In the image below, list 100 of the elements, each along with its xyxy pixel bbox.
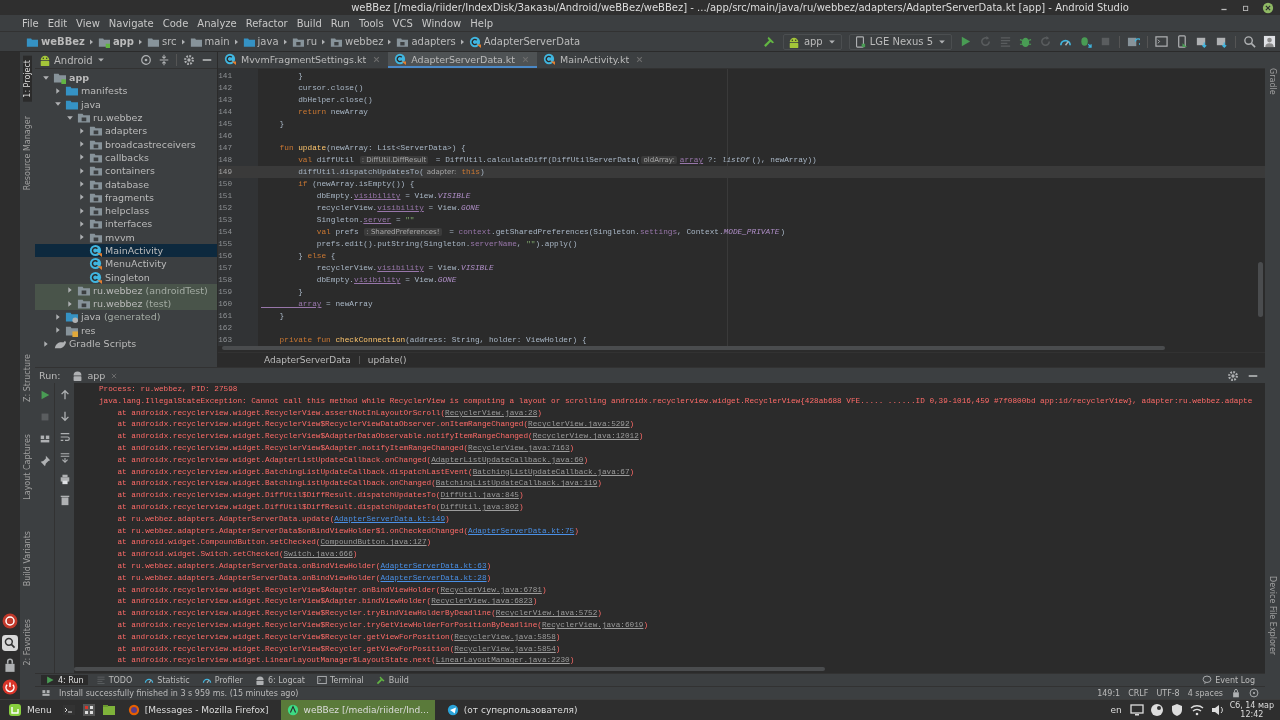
- tool-window-tab[interactable]: Build Variants: [23, 527, 32, 591]
- breadcrumb-item[interactable]: AdapterServerData: [264, 355, 351, 365]
- menu-item[interactable]: View: [76, 17, 100, 29]
- status-item[interactable]: 4 spaces: [1187, 688, 1223, 698]
- tree-item[interactable]: manifests: [35, 84, 217, 98]
- app-launcher-icon[interactable]: [2, 613, 18, 629]
- breadcrumb-item[interactable]: app: [97, 35, 134, 48]
- tree-item[interactable]: adapters: [35, 124, 217, 138]
- menu-item[interactable]: Analyze: [197, 17, 237, 29]
- collapse-icon[interactable]: [158, 54, 170, 66]
- collapsed-arrow-icon[interactable]: [78, 178, 86, 190]
- shield-icon[interactable]: [1169, 703, 1184, 717]
- download-icon[interactable]: [1215, 35, 1228, 48]
- breadcrumb-item[interactable]: adapters: [396, 35, 456, 48]
- tree-item[interactable]: helpclass: [35, 203, 217, 218]
- sdk-manager-icon[interactable]: [1195, 35, 1208, 48]
- tree-item[interactable]: ru.webbez: [35, 110, 217, 125]
- taskbar-window[interactable]: (от суперпользователя): [440, 700, 584, 720]
- keyboard-layout[interactable]: en: [1108, 705, 1124, 715]
- tool-window-tab[interactable]: 1: Project: [23, 56, 32, 102]
- breadcrumb-item[interactable]: ru: [291, 35, 317, 48]
- tool-window-tab[interactable]: TODO: [91, 675, 137, 685]
- tree-item[interactable]: broadcastreceivers: [35, 137, 217, 151]
- menu-item[interactable]: Run: [330, 17, 350, 29]
- editor-tab[interactable]: MvvmFragmentSettings.kt: [218, 52, 389, 68]
- breadcrumb-item[interactable]: src: [146, 35, 177, 48]
- close-button[interactable]: [1262, 1, 1274, 14]
- tree-item[interactable]: callbacks: [35, 150, 217, 165]
- menu-item[interactable]: VCS: [392, 17, 413, 29]
- avatar-icon[interactable]: [1263, 35, 1276, 48]
- tool-window-tab[interactable]: 4: Run: [41, 675, 88, 685]
- run-tab[interactable]: app: [68, 370, 124, 381]
- run-config-select[interactable]: app: [782, 33, 842, 50]
- tree-item[interactable]: res: [35, 323, 217, 337]
- tree-item[interactable]: app: [35, 71, 217, 85]
- pin-icon[interactable]: [38, 455, 51, 467]
- terminal-icon[interactable]: [1155, 35, 1168, 48]
- menu-item[interactable]: Tools: [358, 17, 384, 29]
- breadcrumb-item[interactable]: java: [242, 35, 279, 48]
- breadcrumb-item[interactable]: weBBez: [26, 35, 85, 48]
- editor-tab[interactable]: MainActivity.kt: [537, 52, 652, 68]
- tool-window-tab[interactable]: Z: Structure: [23, 349, 32, 406]
- calculator-icon[interactable]: [81, 703, 96, 717]
- view-select[interactable]: Android: [39, 54, 106, 66]
- settings-icon[interactable]: [183, 54, 195, 66]
- print-icon[interactable]: [58, 473, 71, 485]
- tree-item[interactable]: fragments: [35, 190, 217, 204]
- locate-icon[interactable]: [140, 54, 152, 66]
- scroll-to-end-icon[interactable]: [58, 452, 71, 464]
- search-icon[interactable]: [1243, 35, 1256, 48]
- down-arrow-icon[interactable]: [58, 410, 71, 422]
- search-icon[interactable]: [2, 635, 18, 651]
- trash-icon[interactable]: [58, 494, 71, 506]
- breadcrumb-item[interactable]: main: [189, 35, 230, 48]
- status-item[interactable]: 149:1: [1097, 688, 1121, 698]
- tree-item[interactable]: MainActivity: [35, 243, 217, 258]
- tool-window-tab[interactable]: Terminal: [312, 675, 368, 685]
- soft-wrap-icon[interactable]: [58, 431, 71, 443]
- up-arrow-icon[interactable]: [58, 389, 71, 401]
- tree-item[interactable]: MenuActivity: [35, 257, 217, 271]
- taskbar-window[interactable]: weBBez [/media/riider/Ind...: [280, 700, 435, 720]
- editor-tab[interactable]: AdapterServerData.kt: [388, 52, 538, 68]
- power-icon[interactable]: [2, 679, 18, 695]
- menu-item[interactable]: File: [22, 17, 39, 29]
- tool-window-tab[interactable]: 2: Favorites: [23, 614, 32, 669]
- tool-window-tab[interactable]: Device File Explorer: [1268, 571, 1277, 659]
- menu-item[interactable]: Navigate: [108, 17, 154, 29]
- network-icon[interactable]: [1189, 703, 1204, 717]
- restore-layout-icon[interactable]: [38, 433, 51, 445]
- taskbar-window[interactable]: [Messages - Mozilla Firefox]: [121, 700, 275, 720]
- hammer-icon[interactable]: [762, 35, 776, 48]
- menu-item[interactable]: Build: [296, 17, 322, 29]
- status-item[interactable]: UTF-8: [1156, 688, 1180, 698]
- settings-icon[interactable]: [1227, 369, 1239, 382]
- tree-item[interactable]: mvvm: [35, 230, 217, 244]
- menu-item[interactable]: Help: [470, 17, 494, 29]
- tree-item[interactable]: Gradle Scripts: [35, 336, 217, 351]
- tree-item[interactable]: database: [35, 177, 217, 191]
- speaker-icon[interactable]: [1209, 703, 1224, 717]
- tree-item[interactable]: ru.webbez (androidTest): [35, 283, 217, 298]
- layout-icon[interactable]: [41, 688, 51, 698]
- collapsed-arrow-icon[interactable]: [54, 311, 62, 323]
- tree-item[interactable]: interfaces: [35, 217, 217, 231]
- scrollbar[interactable]: [74, 667, 825, 672]
- tool-window-tab[interactable]: Resource Manager: [23, 111, 32, 194]
- tree-item[interactable]: containers: [35, 164, 217, 178]
- scrollbar[interactable]: [1258, 262, 1263, 317]
- device-select[interactable]: LGE Nexus 5: [848, 33, 952, 50]
- tree-item[interactable]: java: [35, 97, 217, 111]
- tool-window-tab[interactable]: Build: [371, 675, 413, 685]
- attach-debugger-icon[interactable]: [1079, 35, 1092, 48]
- tool-window-tab[interactable]: Layout Captures: [23, 429, 32, 504]
- breadcrumb-item[interactable]: webbez: [329, 35, 384, 48]
- menu-item[interactable]: Code: [162, 17, 189, 29]
- sync-icon[interactable]: [1127, 35, 1140, 48]
- menu-button[interactable]: Menu: [4, 703, 56, 717]
- tree-item[interactable]: ru.webbez (test): [35, 297, 217, 311]
- breadcrumb-item[interactable]: update(): [367, 355, 407, 365]
- breadcrumb-item[interactable]: AdapterServerData: [468, 35, 581, 48]
- debug-icon[interactable]: [1019, 35, 1032, 48]
